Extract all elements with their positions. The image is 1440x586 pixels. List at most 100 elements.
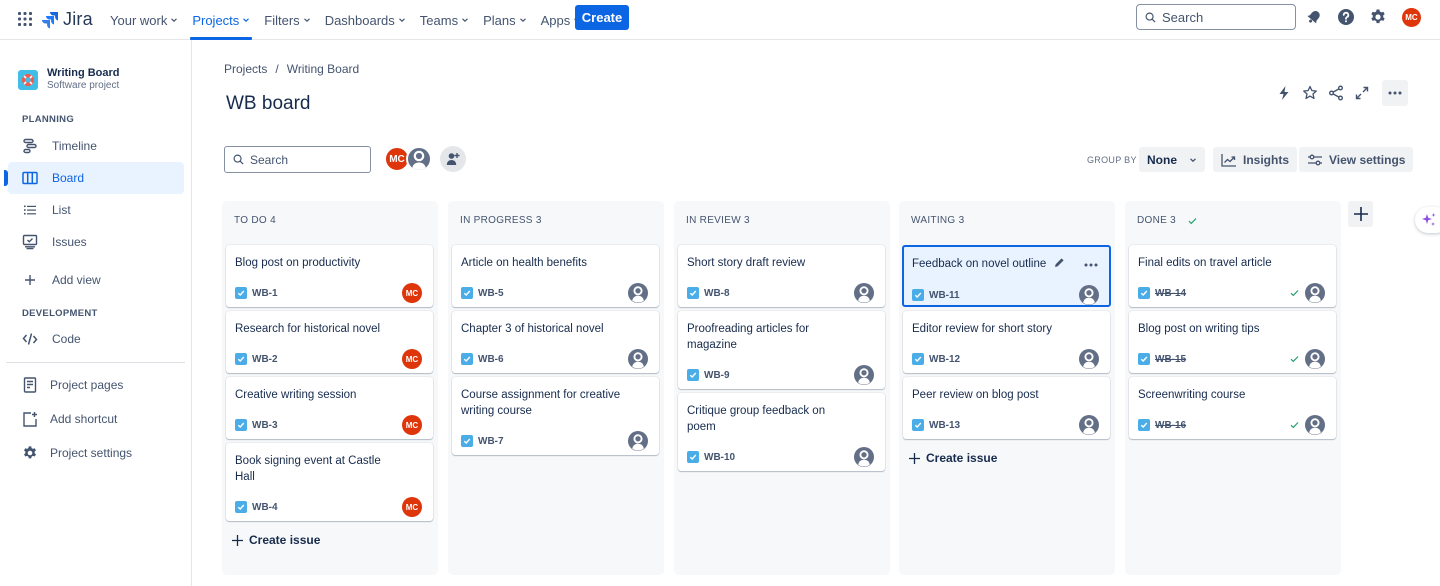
issue-card[interactable]: Research for historical novel WB-2 MC [226,311,433,373]
ai-assistant-button[interactable] [1415,207,1440,233]
unassigned-avatar-icon[interactable] [1079,285,1099,305]
group-by-select[interactable]: None [1139,147,1205,172]
people-filter: MC [384,146,466,172]
issue-card[interactable]: Editor review for short story WB-12 [903,311,1110,373]
column-header[interactable]: IN PROGRESS 3 [460,215,542,226]
issue-key: WB-11 [912,289,960,301]
issue-card[interactable]: Proofreading articles for magazine WB-9 [678,311,885,389]
global-search[interactable] [1136,4,1296,30]
unassigned-avatar-icon[interactable] [854,365,874,385]
user-avatar[interactable]: MC [1402,8,1421,27]
unassigned-avatar-icon[interactable] [628,283,648,303]
assignee-avatar[interactable]: MC [402,349,422,369]
issue-card[interactable]: Book signing event at Castle Hall WB-4 MC [226,443,433,521]
sidebar-item-project-pages[interactable]: Project pages [8,369,184,401]
sidebar-item-project-settings[interactable]: Project settings [8,437,184,469]
issue-card[interactable]: Course assignment for creative writing c… [452,377,659,455]
nav-teams[interactable]: Teams [414,0,475,40]
notifications-icon[interactable] [1305,8,1323,26]
column-title: WAITING 3 [911,215,965,226]
issue-title: Book signing event at Castle Hall [235,455,381,483]
unassigned-avatar-icon[interactable] [854,447,874,467]
unassigned-avatar-icon[interactable] [1305,349,1325,369]
issue-key-text: WB-4 [252,501,278,513]
nav-dashboards[interactable]: Dashboards [319,0,412,40]
sidebar-item-list[interactable]: List [8,194,184,226]
issue-card[interactable]: Blog post on writing tips WB-15 [1129,311,1336,373]
automation-icon[interactable] [1274,81,1294,105]
search-icon [233,154,244,165]
more-actions-button[interactable] [1382,80,1408,106]
unassigned-filter-avatar[interactable] [406,146,432,172]
unassigned-avatar-icon[interactable] [1079,349,1099,369]
sidebar-item-add-shortcut[interactable]: Add shortcut [8,403,184,435]
column-header[interactable]: TO DO 4 [234,215,276,226]
share-icon[interactable] [1326,81,1346,105]
issue-card[interactable]: Blog post on productivity WB-1 MC [226,245,433,307]
sidebar-item-timeline[interactable]: Timeline [8,130,184,162]
project-header[interactable]: Writing Board Software project [18,67,120,92]
unassigned-avatar-icon[interactable] [1305,415,1325,435]
card-more-button[interactable] [1079,253,1103,277]
issue-card[interactable]: Short story draft review WB-8 [678,245,885,307]
issue-card[interactable]: Final edits on travel article WB-14 [1129,245,1336,307]
issue-card[interactable]: Article on health benefits WB-5 [452,245,659,307]
list-icon [22,202,38,218]
assignee-avatar[interactable]: MC [402,283,422,303]
assignee-avatar[interactable]: MC [402,497,422,517]
add-people-button[interactable] [440,146,466,172]
board-search[interactable] [224,146,371,173]
column-header[interactable]: DONE 3 [1137,215,1197,226]
task-type-icon [687,369,699,381]
breadcrumb-projects[interactable]: Projects [224,62,267,76]
assignee-avatar[interactable]: MC [402,415,422,435]
issue-key: WB-10 [687,451,735,463]
insights-button[interactable]: Insights [1213,147,1298,172]
add-column-button[interactable] [1348,201,1373,227]
task-type-icon [912,289,924,301]
issue-key-text: WB-6 [478,353,504,365]
create-issue-label: Create issue [249,533,321,547]
create-button[interactable]: Create [575,5,629,30]
create-issue-button[interactable]: Create issue [909,451,997,465]
sidebar-item-board[interactable]: Board [4,162,184,194]
global-search-input[interactable] [1162,9,1282,25]
nav-plans[interactable]: Plans [477,0,533,40]
unassigned-avatar-icon[interactable] [1305,283,1325,303]
issue-key-text: WB-16 [1155,419,1187,431]
issue-card[interactable]: Feedback on novel outline WB-11 [902,245,1111,307]
unassigned-avatar-icon[interactable] [1079,415,1099,435]
add-view-button[interactable]: Add view [8,264,184,296]
column-header[interactable]: IN REVIEW 3 [686,215,750,226]
issue-card[interactable]: Creative writing session WB-3 MC [226,377,433,439]
unassigned-avatar-icon[interactable] [854,283,874,303]
jira-logo[interactable]: Jira [41,9,93,30]
nav-projects[interactable]: Projects [186,0,256,40]
unassigned-avatar-icon[interactable] [628,431,648,451]
sidebar-item-issues[interactable]: Issues [8,226,184,258]
sidebar-item-label: Board [52,171,85,185]
nav-your-work[interactable]: Your work [104,0,184,40]
resolved-check-icon [1290,289,1299,297]
app-switcher-icon[interactable] [17,11,33,27]
sidebar-item-code[interactable]: Code [8,323,184,355]
issue-key: WB-15 [1138,353,1186,365]
issue-card[interactable]: Critique group feedback on poem WB-10 [678,393,885,471]
issue-card[interactable]: Chapter 3 of historical novel WB-6 [452,311,659,373]
settings-icon[interactable] [1369,8,1387,26]
issue-card[interactable]: Peer review on blog post WB-13 [903,377,1110,439]
view-settings-button[interactable]: View settings [1299,147,1414,172]
task-type-icon [461,435,473,447]
edit-pencil-icon[interactable] [1054,257,1065,268]
help-icon[interactable] [1337,8,1355,26]
fullscreen-icon[interactable] [1352,81,1372,105]
create-issue-button[interactable]: Create issue [232,533,320,547]
resolved-check-icon [1290,355,1299,363]
breadcrumb-writing-board[interactable]: Writing Board [287,62,359,76]
nav-filters[interactable]: Filters [258,0,316,40]
unassigned-avatar-icon[interactable] [628,349,648,369]
star-icon[interactable] [1300,81,1320,105]
column-header[interactable]: WAITING 3 [911,215,964,226]
issue-card[interactable]: Screenwriting course WB-16 [1129,377,1336,439]
board-search-input[interactable] [250,152,360,167]
